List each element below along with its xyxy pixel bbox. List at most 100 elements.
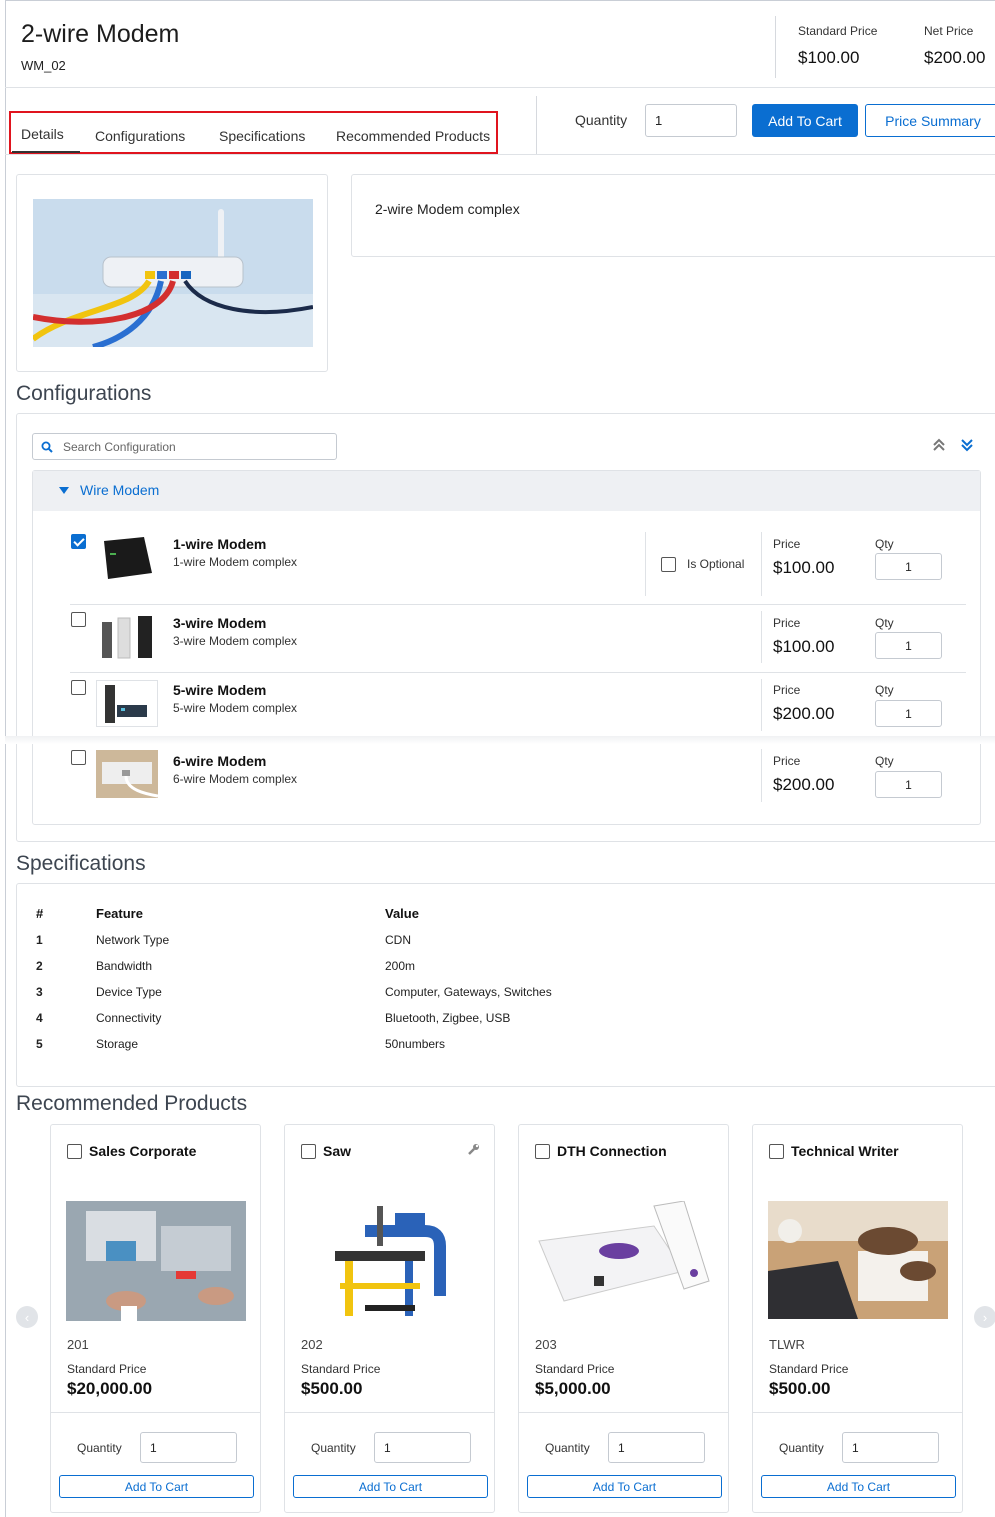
config-desc-1: 1-wire Modem complex <box>173 555 298 569</box>
spec-value: 200m <box>385 959 416 973</box>
recommended-card: DTH Connection 203 Standard Price $5,000… <box>518 1124 729 1513</box>
recommended-qty-label: Quantity <box>77 1441 122 1455</box>
recommended-checkbox[interactable] <box>67 1144 82 1159</box>
price-divider-2 <box>761 611 762 663</box>
spec-value: Bluetooth, Zigbee, USB <box>385 1011 511 1025</box>
is-optional-checkbox[interactable] <box>661 557 676 572</box>
spec-index: 3 <box>36 985 43 999</box>
config-price-label-1: Price <box>773 537 801 551</box>
price-divider-1 <box>761 532 762 596</box>
recommended-qty-label: Quantity <box>311 1441 356 1455</box>
recommended-checkbox[interactable] <box>535 1144 550 1159</box>
config-qty-label-3: Qty <box>875 683 894 697</box>
tab-details[interactable]: Details <box>21 126 64 142</box>
config-search-placeholder: Search Configuration <box>63 439 176 454</box>
recommended-code: 201 <box>67 1337 89 1352</box>
spec-value: CDN <box>385 933 411 947</box>
product-sku: WM_02 <box>21 58 66 73</box>
spec-feature: Connectivity <box>96 1011 162 1025</box>
spec-header-index: # <box>36 906 44 921</box>
net-price-value: $200.00 <box>924 48 986 67</box>
config-search-input[interactable]: Search Configuration <box>32 433 337 460</box>
config-qty-input-1[interactable]: 1 <box>875 553 942 580</box>
wrench-icon[interactable] <box>467 1143 480 1156</box>
collapse-all-icon[interactable] <box>932 438 946 452</box>
tab-configurations[interactable]: Configurations <box>95 128 185 144</box>
is-optional-label: Is Optional <box>687 557 745 571</box>
config-thumb-2 <box>96 612 158 660</box>
tab-specifications[interactable]: Specifications <box>219 128 305 144</box>
spec-value: Computer, Gateways, Switches <box>385 985 552 999</box>
add-to-cart-button[interactable]: Add To Cart <box>752 104 858 137</box>
spec-header-feature: Feature <box>96 906 143 921</box>
recommended-qty-input[interactable]: 1 <box>608 1432 705 1463</box>
recommended-checkbox[interactable] <box>769 1144 784 1159</box>
carousel-next-icon[interactable]: › <box>974 1306 995 1328</box>
recommended-image <box>335 1206 446 1316</box>
recommended-image <box>768 1201 948 1319</box>
config-checkbox-2[interactable] <box>71 612 86 627</box>
tab-recommended-products[interactable]: Recommended Products <box>336 128 490 144</box>
spec-index: 5 <box>36 1037 43 1051</box>
recommended-add-to-cart-button[interactable]: Add To Cart <box>527 1475 722 1498</box>
recommended-qty-label: Quantity <box>779 1441 824 1455</box>
carousel-prev-icon[interactable]: ‹ <box>16 1306 38 1328</box>
config-group-header[interactable]: Wire Modem <box>33 471 980 511</box>
recommended-qty-input[interactable]: 1 <box>374 1432 471 1463</box>
recommended-qty-input[interactable]: 1 <box>842 1432 939 1463</box>
recommended-qty-input[interactable]: 1 <box>140 1432 237 1463</box>
recommended-name: DTH Connection <box>557 1143 667 1159</box>
product-description: 2-wire Modem complex <box>375 201 520 217</box>
spec-index: 4 <box>36 1011 43 1025</box>
config-name-2: 3-wire Modem <box>173 615 267 631</box>
card-separator <box>285 1412 494 1413</box>
recommended-price-label: Standard Price <box>535 1362 615 1376</box>
recommended-name: Saw <box>323 1143 352 1159</box>
quantity-input[interactable]: 1 <box>645 104 737 137</box>
recommended-add-to-cart-button[interactable]: Add To Cart <box>59 1475 254 1498</box>
config-qty-input-3[interactable]: 1 <box>875 700 942 727</box>
config-name-3: 5-wire Modem <box>173 682 267 698</box>
config-group-title: Wire Modem <box>80 482 160 498</box>
recommended-checkbox[interactable] <box>301 1144 316 1159</box>
config-qty-input-4[interactable]: 1 <box>875 771 942 798</box>
standard-price-value: $100.00 <box>798 48 860 67</box>
config-price-3: $200.00 <box>773 704 835 723</box>
config-checkbox-4[interactable] <box>71 750 86 765</box>
modem-image <box>33 199 313 347</box>
recommended-heading: Recommended Products <box>16 1092 248 1115</box>
expand-all-icon[interactable] <box>960 438 974 452</box>
config-price-4: $200.00 <box>773 775 835 794</box>
recommended-add-to-cart-button[interactable]: Add To Cart <box>293 1475 488 1498</box>
config-qty-label-1: Qty <box>875 537 894 551</box>
recommended-code: 203 <box>535 1337 557 1352</box>
recommended-card: Sales Corporate 201 Standard Price $20,0… <box>50 1124 261 1513</box>
price-divider-4 <box>761 749 762 802</box>
recommended-name: Sales Corporate <box>89 1143 197 1159</box>
config-price-1: $100.00 <box>773 558 835 577</box>
product-image-card <box>16 174 328 372</box>
card-separator <box>753 1412 962 1413</box>
header-separator <box>5 87 995 88</box>
price-divider-3 <box>761 679 762 731</box>
recommended-price: $500.00 <box>301 1379 363 1398</box>
config-checkbox-3[interactable] <box>71 680 86 695</box>
recommended-price: $5,000.00 <box>535 1379 611 1398</box>
config-name-4: 6-wire Modem <box>173 753 267 769</box>
config-qty-input-2[interactable]: 1 <box>875 632 942 659</box>
recommended-name: Technical Writer <box>791 1143 899 1159</box>
recommended-image <box>66 1201 246 1321</box>
recommended-add-to-cart-button[interactable]: Add To Cart <box>761 1475 956 1498</box>
config-row-separator <box>70 604 966 605</box>
config-price-2: $100.00 <box>773 637 835 656</box>
spec-feature: Network Type <box>96 933 170 947</box>
tabs-separator <box>5 154 995 155</box>
card-separator <box>51 1412 260 1413</box>
standard-price-label: Standard Price <box>798 24 878 38</box>
price-summary-button[interactable]: Price Summary <box>865 104 995 137</box>
recommended-price: $20,000.00 <box>67 1379 153 1398</box>
header-divider <box>775 16 776 78</box>
config-checkbox-1[interactable] <box>71 534 86 549</box>
config-price-label-3: Price <box>773 683 801 697</box>
caret-down-icon <box>59 487 69 494</box>
